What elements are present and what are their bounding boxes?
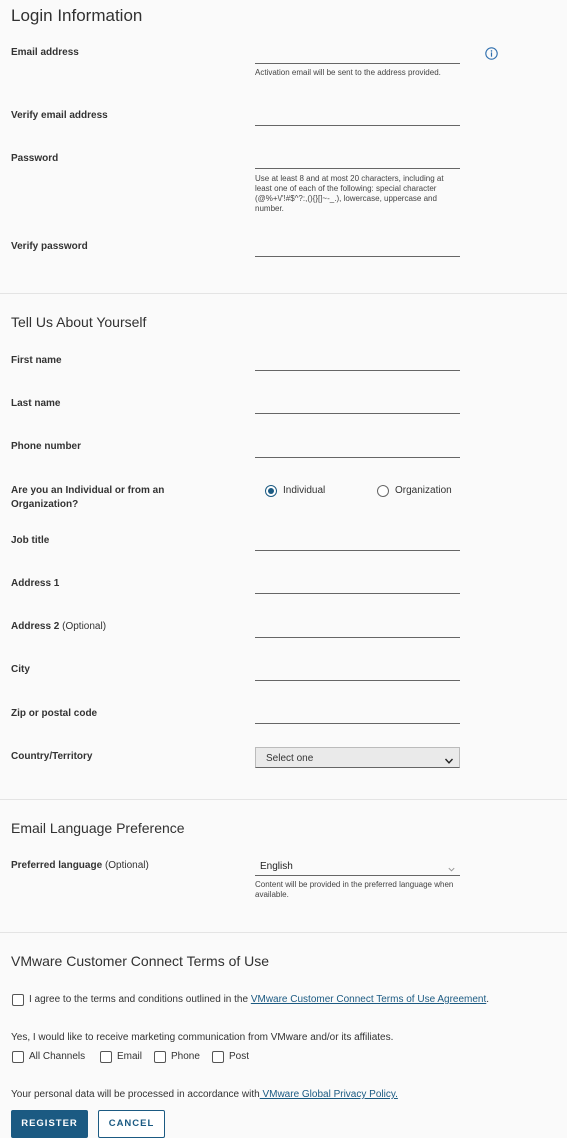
agree-terms-checkbox[interactable] — [12, 994, 24, 1006]
agree-terms-text: I agree to the terms and conditions outl… — [29, 994, 489, 1005]
register-button[interactable]: REGISTER — [11, 1110, 88, 1138]
address2-label-text: Address 2 — [11, 621, 60, 632]
language-optional-text: (Optional) — [104, 860, 149, 871]
terms-heading: VMware Customer Connect Terms of Use — [11, 953, 270, 969]
radio-individual[interactable] — [265, 485, 277, 497]
address1-label: Address 1 — [11, 578, 60, 589]
country-select[interactable]: Select one — [255, 747, 460, 768]
password-field[interactable] — [255, 168, 460, 169]
verify-password-label: Verify password — [11, 241, 88, 252]
account-type-question: Are you an Individual or from an Organiz… — [11, 485, 165, 510]
channel-all-checkbox[interactable] — [12, 1051, 24, 1063]
channel-all-label[interactable]: All Channels — [29, 1051, 85, 1062]
email-help-text: Activation email will be sent to the add… — [255, 68, 441, 77]
phone-label: Phone number — [11, 441, 82, 452]
first-name-field[interactable] — [255, 370, 460, 371]
last-name-label: Last name — [11, 398, 61, 409]
password-label: Password — [11, 153, 59, 164]
verify-email-label: Verify email address — [11, 110, 108, 121]
info-icon[interactable] — [485, 47, 498, 60]
section-divider — [0, 799, 567, 800]
chevron-down-icon — [447, 861, 456, 879]
country-label: Country/Territory — [11, 751, 93, 762]
terms-agreement-link[interactable]: VMware Customer Connect Terms of Use Agr… — [251, 994, 486, 1005]
last-name-field[interactable] — [255, 413, 460, 414]
city-field[interactable] — [255, 680, 460, 681]
address2-field[interactable] — [255, 637, 460, 638]
job-title-label: Job title — [11, 535, 50, 546]
address1-field[interactable] — [255, 593, 460, 594]
address2-optional-text: (Optional) — [62, 621, 107, 632]
job-title-field[interactable] — [255, 550, 460, 551]
verify-password-field[interactable] — [255, 256, 460, 257]
verify-email-field[interactable] — [255, 125, 460, 126]
channel-post-label[interactable]: Post — [229, 1051, 249, 1062]
first-name-label: First name — [11, 355, 62, 366]
privacy-text: Your personal data will be processed in … — [11, 1089, 398, 1100]
zip-field[interactable] — [255, 723, 460, 724]
zip-label: Zip or postal code — [11, 708, 98, 719]
radio-individual-label[interactable]: Individual — [283, 485, 325, 496]
section-divider — [0, 932, 567, 933]
login-heading: Login Information — [11, 6, 143, 25]
language-help-text: Content will be provided in the preferre… — [255, 880, 454, 899]
privacy-policy-link[interactable]: VMware Global Privacy Policy. — [260, 1089, 397, 1100]
language-select[interactable]: English — [255, 858, 460, 876]
language-label: Preferred language (Optional) — [11, 859, 149, 873]
city-label: City — [11, 664, 30, 675]
privacy-label: Your personal data will be processed in … — [11, 1089, 260, 1100]
radio-organization[interactable] — [377, 485, 389, 497]
section-divider — [0, 293, 567, 294]
language-select-value: English — [260, 861, 293, 872]
language-label-text: Preferred language — [11, 860, 103, 871]
channel-phone-label[interactable]: Phone — [171, 1051, 200, 1062]
agree-terms-label: I agree to the terms and conditions outl… — [29, 994, 251, 1005]
chevron-down-icon — [444, 753, 454, 771]
password-help-text: Use at least 8 and at most 20 characters… — [255, 174, 444, 213]
about-heading: Tell Us About Yourself — [11, 314, 147, 330]
address2-label: Address 2 (Optional) — [11, 620, 106, 634]
channel-email-checkbox[interactable] — [100, 1051, 112, 1063]
channel-email-label[interactable]: Email — [117, 1051, 142, 1062]
country-select-value: Select one — [266, 753, 314, 764]
cancel-button[interactable]: CANCEL — [98, 1110, 165, 1138]
language-heading: Email Language Preference — [11, 820, 185, 836]
channel-post-checkbox[interactable] — [212, 1051, 224, 1063]
channel-phone-checkbox[interactable] — [154, 1051, 166, 1063]
marketing-consent-text: Yes, I would like to receive marketing c… — [11, 1032, 394, 1043]
agree-terms-period: . — [486, 994, 490, 1005]
phone-field[interactable] — [255, 457, 460, 458]
radio-organization-label[interactable]: Organization — [395, 485, 452, 496]
email-field[interactable] — [255, 63, 460, 64]
email-label: Email address — [11, 47, 79, 58]
